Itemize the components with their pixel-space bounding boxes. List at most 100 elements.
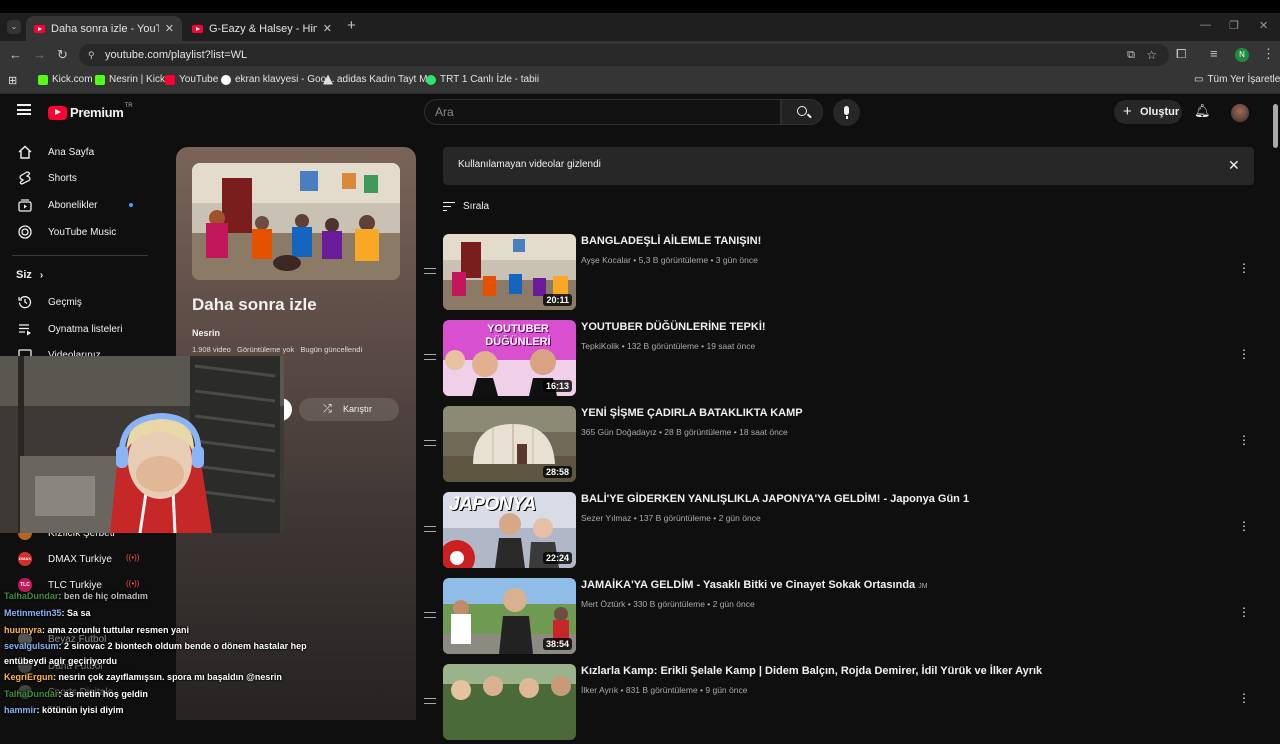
drag-handle-icon[interactable] (424, 354, 436, 360)
live-indicator-icon: ((•)) (126, 553, 140, 562)
video-title[interactable]: YENİ ŞİŞME ÇADIRLA BATAKLIKTA KAMP (581, 407, 803, 419)
bookmark-trt1[interactable]: TRT 1 Canlı İzle - tabii (426, 74, 539, 85)
list-item[interactable]: YOUTUBER DÜĞÜNLERİ 16:13 YOUTUBER DÜĞÜNL… (420, 320, 1270, 400)
browser-menu-icon[interactable]: ⋮ (1262, 46, 1275, 62)
video-thumbnail[interactable]: 20:11 (443, 234, 576, 310)
chat-message: huumyra: ama zorunlu tuttular resmen yan… (4, 625, 189, 635)
sidebar-channel-dmax-turkiye[interactable]: DMAX DMAX Turkiye ((•)) (0, 546, 160, 572)
video-thumbnail[interactable]: 28:58 (443, 406, 576, 482)
chat-message: KegriErgun: nesrin çok zayıflamışsın. sp… (4, 672, 282, 682)
sidebar-item-youtube-music[interactable]: YouTube Music (0, 219, 160, 245)
new-tab-button[interactable]: + (347, 17, 356, 34)
bookmark-youtube[interactable]: YouTube (165, 74, 218, 85)
tab-title: Daha sonra izle - YouTube (51, 22, 159, 35)
more-options-icon[interactable]: ⋮ (1238, 692, 1250, 704)
sidebar-item-playlists[interactable]: Oynatma listeleri (0, 316, 160, 342)
video-title[interactable]: YOUTUBER DÜĞÜNLERİNE TEPKİ! (581, 321, 766, 333)
voice-search-button[interactable] (833, 99, 860, 126)
more-options-icon[interactable]: ⋮ (1238, 606, 1250, 618)
live-indicator-icon: ((•)) (126, 579, 140, 588)
create-label: Oluştur (1140, 106, 1180, 118)
chat-text: entübeydi agir geçiriyordu (4, 656, 118, 666)
playlist-owner[interactable]: Nesrin (192, 328, 220, 338)
sort-button[interactable]: Sırala (443, 201, 489, 212)
video-thumbnail[interactable] (443, 664, 576, 740)
drag-handle-icon[interactable] (424, 268, 436, 274)
close-banner-icon[interactable]: ✕ (1228, 157, 1240, 174)
sidebar-item-home[interactable]: Ana Sayfa (0, 139, 160, 165)
chat-text: : nesrin çok zayıflamışsın. spora mı baş… (53, 672, 282, 682)
sidebar-item-history[interactable]: Geçmiş (0, 289, 160, 315)
profile-avatar[interactable]: N (1235, 48, 1249, 62)
video-duration: 22:24 (542, 552, 572, 564)
reload-icon[interactable]: ↻ (57, 47, 68, 63)
list-item[interactable]: Kızlarla Kamp: Erikli Şelale Kamp | Dide… (420, 664, 1270, 744)
drag-handle-icon[interactable] (424, 698, 436, 704)
sidebar-item-shorts[interactable]: Shorts (0, 165, 160, 191)
video-thumbnail[interactable]: JAPONYA 22:24 (443, 492, 576, 568)
chat-message: TalhaDundar: as metin hoş geldin (4, 689, 148, 699)
sort-icon (443, 202, 455, 212)
create-button[interactable]: + Oluştur (1114, 100, 1182, 124)
back-icon[interactable]: ← (9, 47, 22, 62)
bookmark-nesrin-kick[interactable]: Nesrin | Kick (95, 74, 165, 85)
close-tab-icon[interactable]: ✕ (165, 22, 174, 35)
sidebar-you-heading[interactable]: Siz › (0, 262, 160, 288)
drag-handle-icon[interactable] (424, 440, 436, 446)
drag-handle-icon[interactable] (424, 526, 436, 532)
minimize-icon[interactable]: — (1200, 19, 1211, 31)
bookmark-star-icon[interactable]: ☆ (1146, 44, 1157, 66)
sidebar-item-subscriptions[interactable]: Abonelikler (0, 192, 160, 218)
forward-icon[interactable]: → (33, 47, 46, 62)
close-tab-icon[interactable]: ✕ (323, 22, 332, 35)
scrollbar-thumb[interactable] (1273, 104, 1278, 148)
video-title[interactable]: Kızlarla Kamp: Erikli Şelale Kamp | Dide… (581, 665, 1042, 677)
folder-icon: ▭ (1194, 74, 1204, 85)
media-controls-icon[interactable]: ≡ (1210, 46, 1218, 61)
tab-watch-later[interactable]: Daha sonra izle - YouTube ✕ (26, 16, 182, 41)
list-item[interactable]: 38:54 JAMAİKA'YA GELDİM - Yasaklı Bitki … (420, 578, 1270, 658)
sidebar-divider (12, 255, 148, 256)
playlist-thumbnail[interactable] (192, 163, 400, 280)
list-item[interactable]: 28:58 YENİ ŞİŞME ÇADIRLA BATAKLIKTA KAMP… (420, 406, 1270, 486)
video-thumbnail[interactable]: YOUTUBER DÜĞÜNLERİ 16:13 (443, 320, 576, 396)
video-duration: 28:58 (542, 466, 572, 478)
more-options-icon[interactable]: ⋮ (1238, 520, 1250, 532)
shuffle-button[interactable]: ⤮ Karıştır (299, 398, 399, 421)
tab-him-and-i[interactable]: G-Eazy & Halsey - Him & I (Lyri ✕ (184, 16, 340, 41)
hamburger-menu-icon[interactable] (17, 104, 31, 115)
more-options-icon[interactable]: ⋮ (1238, 262, 1250, 274)
bookmark-kick[interactable]: Kick.com (38, 74, 93, 85)
notifications-bell-icon[interactable]: 🔔︎ (1194, 103, 1211, 119)
bookmark-adidas[interactable]: adidas Kadın Tayt M... (323, 74, 436, 85)
window-close-icon[interactable]: ✕ (1259, 19, 1268, 32)
more-options-icon[interactable]: ⋮ (1238, 434, 1250, 446)
video-title[interactable]: BALİ'YE GİDERKEN YANLIŞLIKLA JAPONYA'YA … (581, 493, 969, 505)
sidebar-item-label: Geçmiş (48, 296, 82, 308)
site-info-icon[interactable]: ⚲ (88, 44, 95, 66)
search-input[interactable]: Ara (424, 99, 781, 125)
video-title[interactable]: JAMAİKA'YA GELDİM - Yasaklı Bitki ve Cin… (581, 579, 928, 591)
youtube-logo-icon (48, 105, 67, 120)
video-thumbnail[interactable]: 38:54 (443, 578, 576, 654)
restore-icon[interactable]: ❐ (1229, 19, 1239, 32)
all-bookmarks[interactable]: ▭ Tüm Yer İşaretleri (1194, 74, 1280, 85)
page-scrollbar[interactable] (1270, 94, 1280, 720)
video-title[interactable]: BANGLADEŞLİ AİLEMLE TANIŞIN! (581, 235, 761, 247)
youtube-premium-logo[interactable]: Premium TR (48, 103, 133, 120)
video-meta: 365 Gün Doğadayız • 28 B görüntüleme • 1… (581, 427, 788, 437)
address-bar[interactable]: ⚲ youtube.com/playlist?list=WL ⧉ ☆ (79, 44, 1169, 66)
tab-search-icon[interactable]: ⌄ (7, 20, 21, 34)
list-item[interactable]: JAPONYA 22:24 BALİ'YE GİDERKEN YANLIŞLIK… (420, 492, 1270, 572)
playlist-title: Daha sonra izle (192, 295, 317, 314)
extensions-icon[interactable]: ⧠ (1176, 46, 1186, 62)
more-options-icon[interactable]: ⋮ (1238, 348, 1250, 360)
apps-icon[interactable]: ⊞ (8, 74, 17, 87)
account-avatar[interactable] (1231, 104, 1249, 122)
drag-handle-icon[interactable] (424, 612, 436, 618)
list-item[interactable]: 20:11 BANGLADEŞLİ AİLEMLE TANIŞIN! Ayşe … (420, 234, 1270, 314)
search-button[interactable] (781, 99, 823, 125)
sidebar-item-label: Ana Sayfa (48, 146, 95, 158)
install-app-icon[interactable]: ⧉ (1127, 44, 1135, 66)
bookmark-ekran-klavyesi[interactable]: ekran klavyesi - Goo... (221, 74, 334, 85)
